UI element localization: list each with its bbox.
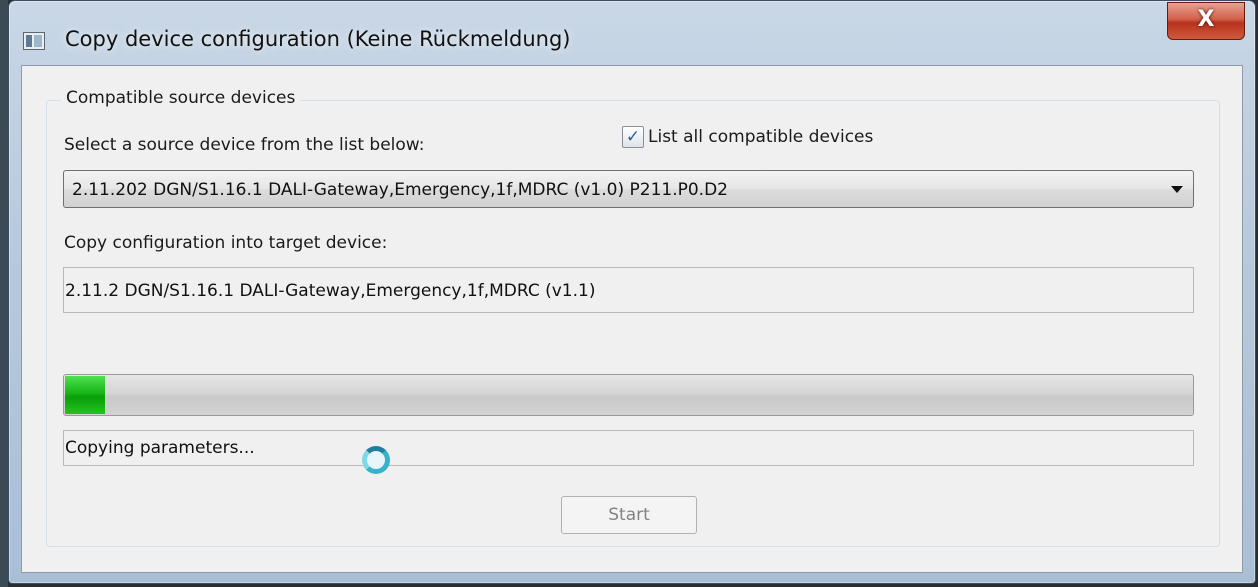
progress-bar-fill xyxy=(65,376,105,414)
source-device-label: Select a source device from the list bel… xyxy=(64,135,425,155)
title-bar[interactable]: Copy device configuration (Keine Rückmel… xyxy=(9,1,1255,65)
list-all-label[interactable]: List all compatible devices xyxy=(648,127,873,147)
progress-bar xyxy=(63,374,1194,416)
window-title: Copy device configuration (Keine Rückmel… xyxy=(65,27,571,51)
status-text: Copying parameters... xyxy=(65,438,255,458)
dialog-client-area: Compatible source devices Select a sourc… xyxy=(21,65,1243,573)
busy-spinner-icon xyxy=(362,446,390,474)
checkmark-icon: ✓ xyxy=(625,127,641,147)
app-window-icon xyxy=(23,32,45,50)
desktop-background xyxy=(0,0,8,587)
chevron-down-icon[interactable] xyxy=(1171,186,1183,193)
start-button[interactable]: Start xyxy=(561,496,697,534)
dialog-window: Copy device configuration (Keine Rückmel… xyxy=(8,0,1256,584)
list-all-checkbox[interactable]: ✓ xyxy=(622,126,644,148)
source-device-dropdown[interactable]: 2.11.202 DGN/S1.16.1 DALI-Gateway,Emerge… xyxy=(63,170,1194,208)
close-button[interactable]: X xyxy=(1167,2,1245,40)
target-device-field: 2.11.2 DGN/S1.16.1 DALI-Gateway,Emergenc… xyxy=(63,267,1194,313)
status-field: Copying parameters... xyxy=(63,430,1194,466)
target-device-value: 2.11.2 DGN/S1.16.1 DALI-Gateway,Emergenc… xyxy=(65,281,596,301)
target-device-label: Copy configuration into target device: xyxy=(64,233,388,253)
group-legend: Compatible source devices xyxy=(61,88,301,108)
compatible-source-devices-group: Compatible source devices xyxy=(46,88,1220,547)
source-device-selected: 2.11.202 DGN/S1.16.1 DALI-Gateway,Emerge… xyxy=(72,180,728,200)
